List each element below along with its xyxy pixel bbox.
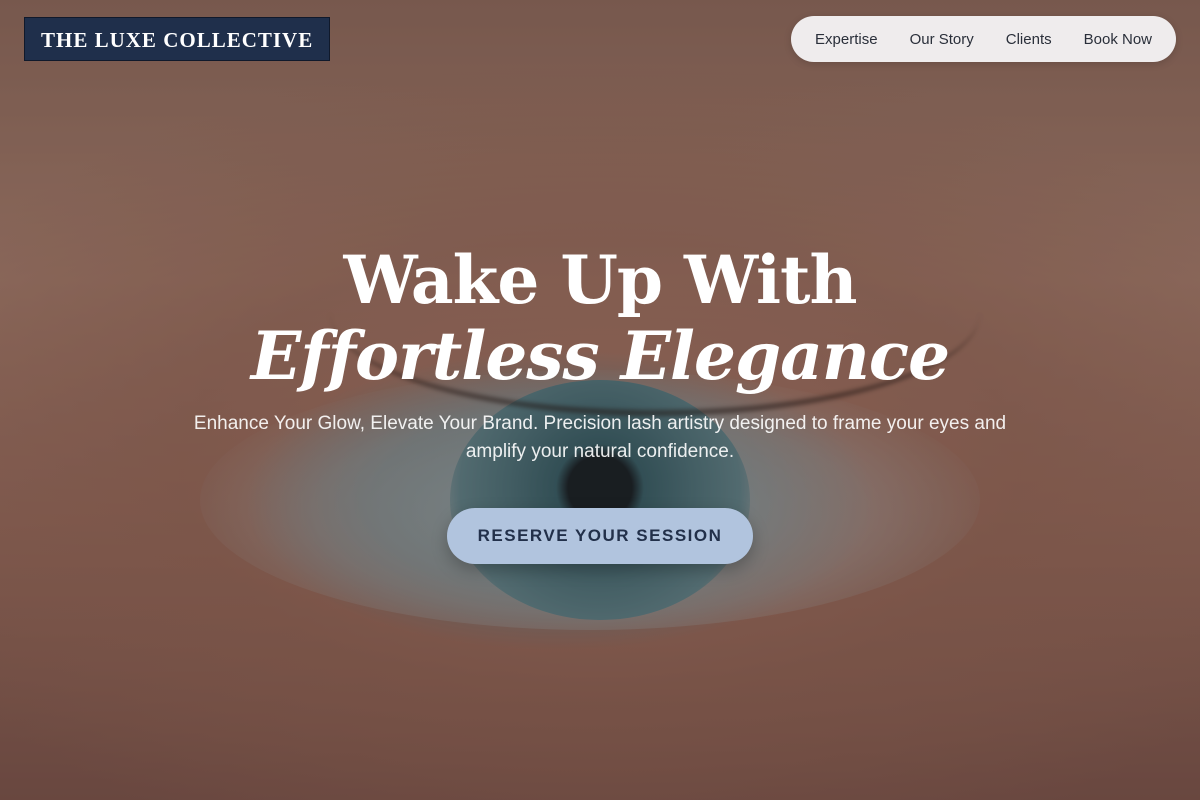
- reserve-session-button[interactable]: RESERVE YOUR SESSION: [447, 508, 753, 564]
- brand-logo[interactable]: THE LUXE COLLECTIVE: [24, 17, 331, 61]
- hero-subtext: Enhance Your Glow, Elevate Your Brand. P…: [193, 413, 1007, 462]
- main-nav: Expertise Our Story Clients Book Now: [791, 16, 1176, 62]
- hero-headline-line1: Wake Up With: [343, 241, 857, 319]
- nav-item-clients[interactable]: Clients: [1006, 31, 1052, 48]
- nav-item-expertise[interactable]: Expertise: [815, 31, 878, 48]
- hero-headline-line2: Effortless Elegance: [250, 317, 950, 395]
- nav-item-book-now[interactable]: Book Now: [1084, 31, 1152, 48]
- nav-item-our-story[interactable]: Our Story: [910, 31, 974, 48]
- hero-section: Wake Up With Effortless Elegance Enhance…: [0, 240, 1200, 564]
